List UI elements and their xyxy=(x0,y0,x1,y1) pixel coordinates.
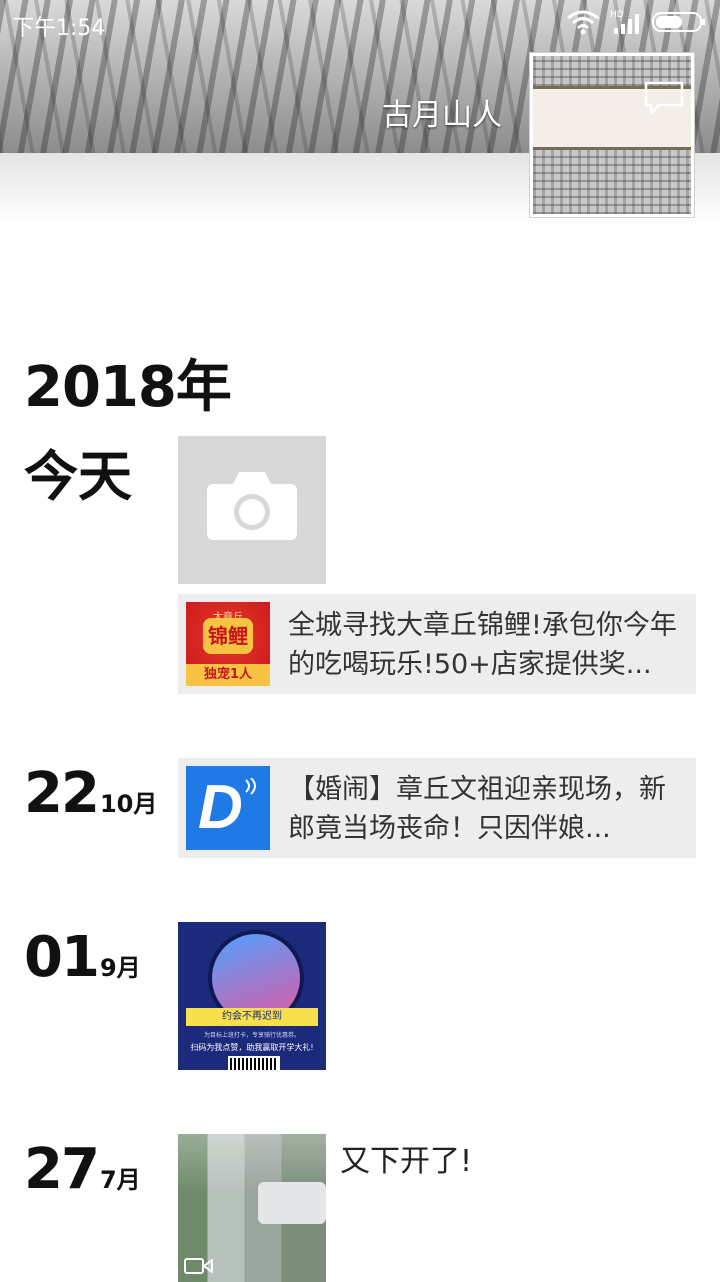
timeline-year: 2018年 xyxy=(24,355,232,420)
date-today: 今天 xyxy=(24,445,132,508)
date-day: 27 xyxy=(24,1137,100,1202)
wifi-icon xyxy=(567,10,599,35)
koi-thumbnail: 大章丘 锦鲤 独宠1人 xyxy=(186,602,270,686)
date-label: 2210月 xyxy=(24,766,157,822)
status-bar: 下午1:54 HD xyxy=(0,0,720,48)
date-day: 22 xyxy=(24,761,100,826)
video-thumbnail[interactable] xyxy=(178,1134,326,1282)
date-month: 9月 xyxy=(99,954,141,982)
signal-icon: HD xyxy=(610,10,639,34)
hd-label: HD xyxy=(610,10,624,20)
poster-image[interactable]: 约会不再迟到 为目标上班打卡，专享骑行优惠券。 扫码为我点赞，助我赢取开学大礼! xyxy=(178,922,326,1070)
status-icons: HD xyxy=(566,8,706,36)
status-time: 下午1:54 xyxy=(12,16,106,41)
qr-code xyxy=(228,1056,280,1070)
d-logo: D xyxy=(198,773,243,842)
add-photo-button[interactable] xyxy=(178,436,326,584)
poster-banner: 约会不再迟到 xyxy=(186,1008,318,1026)
date-month: 7月 xyxy=(99,1166,141,1194)
battery-icon xyxy=(652,12,705,32)
video-frame-car xyxy=(258,1182,326,1224)
share-card-koi[interactable]: 大章丘 锦鲤 独宠1人 全城寻找大章丘锦鲤!承包你今年的吃喝玩乐!50+店家提供… xyxy=(178,594,696,694)
video-icon xyxy=(184,1258,213,1274)
poster-line: 为目标上班打卡，专享骑行优惠券。 xyxy=(203,1032,300,1039)
camera-icon xyxy=(207,472,297,540)
share-text: 全城寻找大章丘锦鲤!承包你今年的吃喝玩乐!50+店家提供奖... xyxy=(288,610,677,680)
poster-line: 扫码为我点赞，助我赢取开学大礼! xyxy=(190,1043,314,1052)
share-card-news[interactable]: D 【婚闹】章丘文祖迎亲现场，新郎竟当场丧命！只因伴娘... xyxy=(178,758,696,858)
date-month: 10月 xyxy=(99,790,158,818)
profile-name[interactable]: 古月山人 xyxy=(382,90,502,134)
profile-avatar[interactable] xyxy=(529,52,695,218)
koi-thumb-bottom: 独宠1人 xyxy=(186,664,270,686)
date-label: 019月 xyxy=(24,930,141,986)
post-text[interactable]: 又下开了! xyxy=(340,1136,472,1180)
koi-thumb-badge: 锦鲤 xyxy=(203,618,253,654)
share-text: 【婚闹】章丘文祖迎亲现场，新郎竟当场丧命！只因伴娘... xyxy=(288,774,666,844)
date-label: 277月 xyxy=(24,1142,141,1198)
wave-icon xyxy=(245,778,256,795)
message-icon[interactable] xyxy=(643,80,685,116)
news-thumbnail: D xyxy=(186,766,270,850)
date-day: 01 xyxy=(24,925,100,990)
